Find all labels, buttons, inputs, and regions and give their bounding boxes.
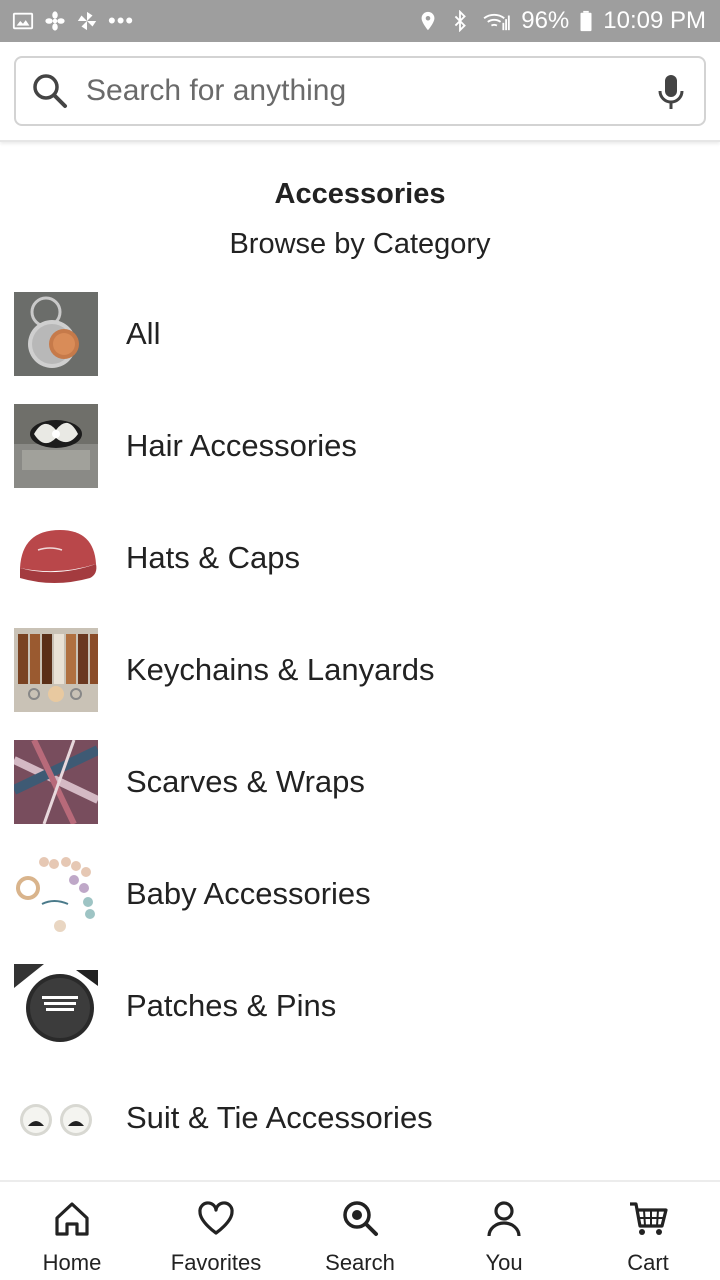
clock: 10:09 PM xyxy=(603,7,706,34)
category-row-suit-tie-accessories[interactable]: Suit & Tie Accessories xyxy=(0,1074,720,1162)
nav-label: Favorites xyxy=(170,1250,262,1275)
fan-icon xyxy=(44,10,66,32)
category-row-all[interactable]: All xyxy=(0,290,720,378)
category-label: Patches & Pins xyxy=(126,988,337,1023)
nav-label: Home xyxy=(42,1250,102,1275)
category-row-baby-accessories[interactable]: Baby Accessories xyxy=(0,850,720,938)
category-label: Hair Accessories xyxy=(126,428,357,463)
category-row-hair-accessories[interactable]: Hair Accessories xyxy=(0,402,720,490)
microphone-icon[interactable] xyxy=(656,71,686,111)
status-right: 96% 10:09 PM xyxy=(417,7,706,35)
wifi-icon xyxy=(481,10,511,32)
hair-comb-image xyxy=(14,404,98,488)
battery-percent: 96% xyxy=(521,7,570,34)
nav-you[interactable]: You xyxy=(432,1182,576,1280)
battery-icon xyxy=(579,10,593,32)
bluetooth-icon xyxy=(449,10,471,32)
nav-home[interactable]: Home xyxy=(0,1182,144,1280)
nav-search[interactable]: Search xyxy=(288,1182,432,1280)
overflow-indicator: ••• xyxy=(108,8,135,33)
category-label: Scarves & Wraps xyxy=(126,764,365,799)
status-left: ••• xyxy=(12,8,134,34)
category-row-scarves-wraps[interactable]: Scarves & Wraps xyxy=(0,738,720,826)
search-input[interactable] xyxy=(86,74,656,108)
teething-beads-image xyxy=(14,852,98,936)
nav-label: You xyxy=(485,1250,523,1275)
red-cap-image xyxy=(14,516,98,600)
bottom-nav: Home Favorites Search You Cart xyxy=(0,1180,720,1280)
category-row-patches-pins[interactable]: Patches & Pins xyxy=(0,962,720,1050)
button-pin-image xyxy=(14,964,98,1048)
category-label: Hats & Caps xyxy=(126,540,301,575)
home-icon xyxy=(52,1198,92,1238)
nav-cart[interactable]: Cart xyxy=(576,1182,720,1280)
search-bar[interactable] xyxy=(14,56,706,126)
search-icon xyxy=(340,1198,380,1238)
category-label: Baby Accessories xyxy=(126,876,371,911)
plaid-scarf-image xyxy=(14,740,98,824)
search-icon[interactable] xyxy=(30,71,70,111)
gallery-icon xyxy=(12,10,34,32)
keychain-coin-image xyxy=(14,292,98,376)
heart-icon xyxy=(196,1198,236,1238)
location-icon xyxy=(417,10,439,32)
category-label: Suit & Tie Accessories xyxy=(126,1100,433,1135)
search-header xyxy=(0,42,720,142)
nav-favorites[interactable]: Favorites xyxy=(144,1182,288,1280)
nav-label: Search xyxy=(325,1250,395,1275)
category-row-hats-caps[interactable]: Hats & Caps xyxy=(0,514,720,602)
leather-keychains-image xyxy=(14,628,98,712)
page-title: Accessories xyxy=(274,178,446,210)
status-bar: ••• 96% 10:09 PM xyxy=(0,0,720,42)
pinwheel-icon xyxy=(76,10,98,32)
category-row-keychains-lanyards[interactable]: Keychains & Lanyards xyxy=(0,626,720,714)
cufflinks-image xyxy=(14,1076,98,1160)
user-icon xyxy=(484,1198,524,1238)
category-label: Keychains & Lanyards xyxy=(126,652,435,687)
page-subtitle: Browse by Category xyxy=(229,228,491,260)
nav-label: Cart xyxy=(627,1250,669,1275)
category-label: All xyxy=(126,316,161,351)
cart-icon xyxy=(628,1198,668,1238)
